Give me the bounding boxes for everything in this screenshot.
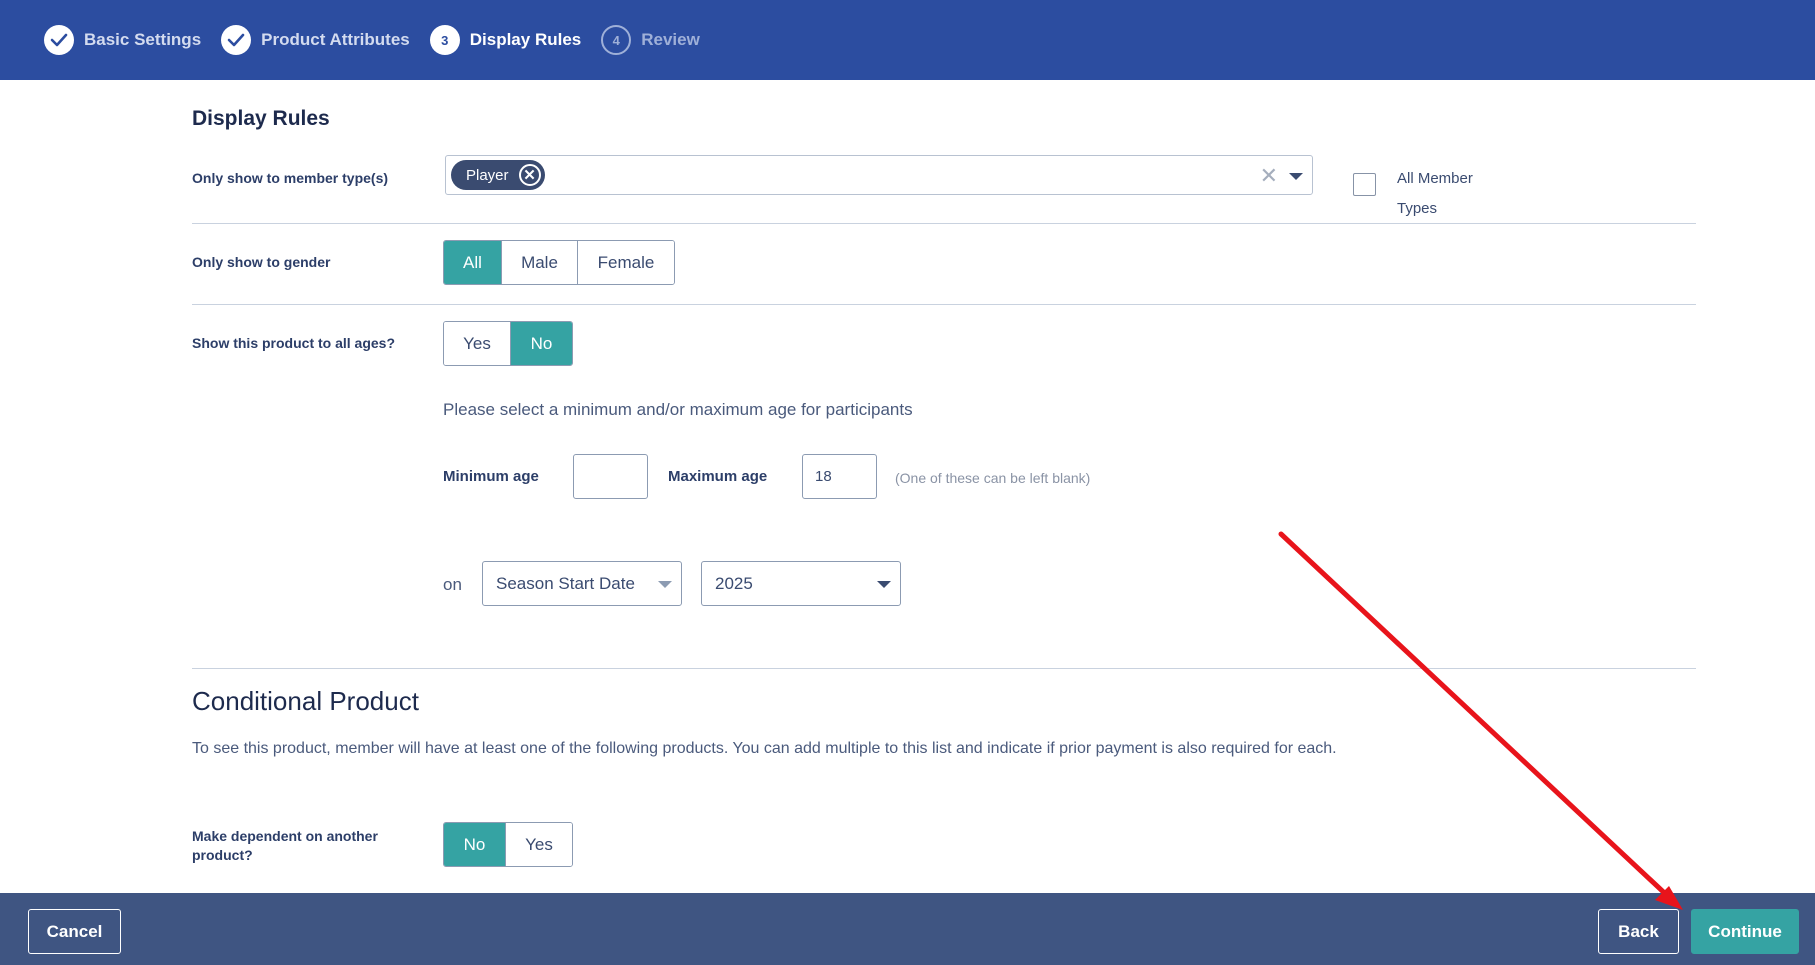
gender-female-button[interactable]: Female — [578, 241, 674, 284]
min-age-input[interactable] — [573, 454, 648, 499]
dependent-yes-button[interactable]: Yes — [506, 823, 572, 866]
footer-bar: Cancel Back Continue — [0, 893, 1815, 965]
section-title-conditional-product: Conditional Product — [192, 686, 419, 716]
clear-icon[interactable]: ✕ — [1260, 163, 1278, 189]
age-hint: Please select a minimum and/or maximum a… — [443, 400, 913, 419]
step-label: Review — [641, 30, 700, 49]
cancel-button[interactable]: Cancel — [28, 909, 121, 954]
selected-chip: Player ✕ — [451, 160, 545, 190]
chevron-down-icon — [877, 581, 891, 588]
step-number: 3 — [429, 25, 460, 55]
back-button[interactable]: Back — [1598, 909, 1679, 954]
chevron-down-icon[interactable] — [1289, 173, 1303, 180]
check-icon — [221, 25, 252, 55]
member-type-multiselect[interactable]: Player ✕ ✕ — [445, 155, 1313, 195]
max-age-input[interactable]: 18 — [802, 454, 877, 499]
all-ages-no-button[interactable]: No — [511, 322, 572, 365]
conditional-product-description: To see this product, member will have at… — [192, 740, 1337, 757]
section-title-display-rules: Display Rules — [192, 107, 330, 130]
all-ages-toggle: Yes No — [443, 321, 573, 366]
step-label: Product Attributes — [261, 30, 410, 49]
step-product-attributes[interactable]: Product Attributes — [221, 25, 410, 55]
all-ages-label: Show this product to all ages? — [192, 335, 396, 351]
check-icon — [44, 25, 74, 55]
gender-toggle: All Male Female — [443, 240, 675, 285]
continue-button[interactable]: Continue — [1691, 909, 1799, 954]
step-number: 4 — [601, 25, 632, 55]
min-age-label: Minimum age — [443, 468, 539, 485]
dependent-no-button[interactable]: No — [444, 823, 506, 866]
date-type-select[interactable]: Season Start Date — [482, 561, 682, 606]
gender-male-button[interactable]: Male — [502, 241, 578, 284]
max-age-label: Maximum age — [668, 468, 768, 485]
divider — [192, 304, 1696, 305]
year-select[interactable]: 2025 — [701, 561, 901, 606]
dependent-toggle: No Yes — [443, 822, 573, 867]
chevron-down-icon — [658, 581, 672, 588]
step-review[interactable]: 4 Review — [601, 25, 700, 55]
all-ages-yes-button[interactable]: Yes — [444, 322, 511, 365]
remove-chip-icon[interactable]: ✕ — [518, 164, 541, 186]
on-label: on — [443, 575, 462, 594]
wizard-stepper: Basic Settings Product Attributes 3 Disp… — [0, 0, 1815, 80]
age-note: (One of these can be left blank) — [895, 470, 1091, 486]
chip-label: Player — [466, 166, 509, 184]
divider — [192, 223, 1696, 224]
step-label: Basic Settings — [84, 30, 202, 49]
gender-label: Only show to gender — [192, 254, 331, 270]
year-value: 2025 — [715, 573, 753, 593]
divider — [192, 668, 1696, 669]
all-member-types-label: All Member Types — [1397, 170, 1473, 217]
step-label: Display Rules — [469, 30, 582, 49]
dependent-label: Make dependent on another product? — [192, 828, 378, 863]
step-display-rules[interactable]: 3 Display Rules — [429, 25, 582, 55]
date-type-value: Season Start Date — [496, 573, 635, 593]
step-basic-settings[interactable]: Basic Settings — [44, 25, 201, 55]
member-type-label: Only show to member type(s) — [192, 170, 389, 186]
gender-all-button[interactable]: All — [444, 241, 502, 284]
all-member-types-checkbox[interactable] — [1353, 173, 1376, 196]
